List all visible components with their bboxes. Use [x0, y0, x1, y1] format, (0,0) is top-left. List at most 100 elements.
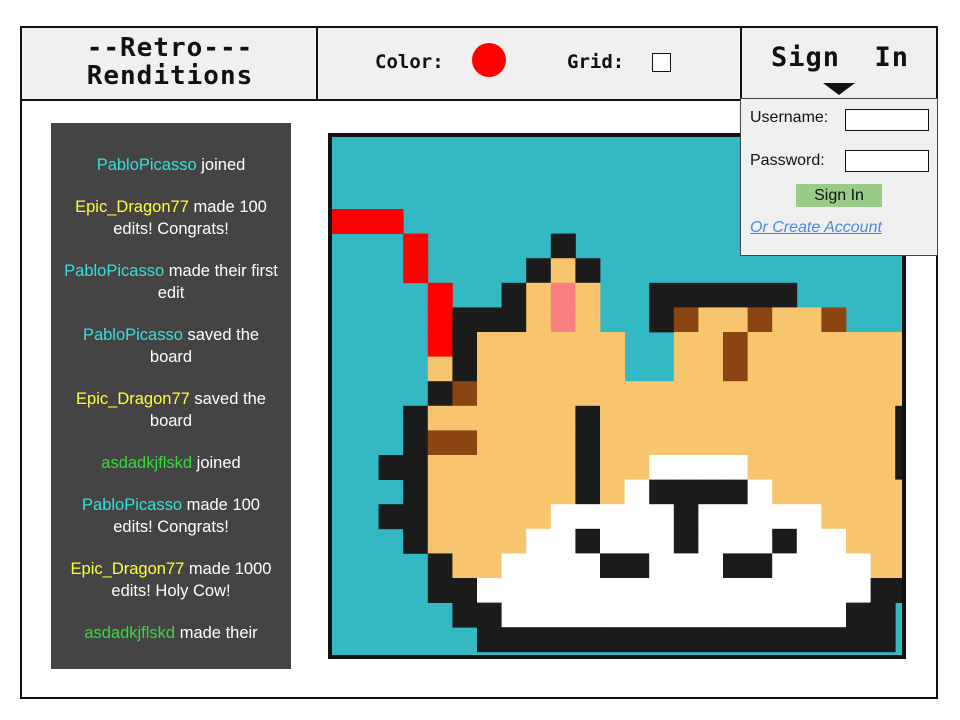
pixel[interactable] — [600, 602, 625, 628]
pixel[interactable] — [747, 553, 773, 579]
pixel[interactable] — [575, 528, 601, 554]
pixel[interactable] — [526, 602, 552, 628]
pixel[interactable] — [427, 356, 453, 382]
pixel[interactable] — [501, 307, 527, 333]
pixel[interactable] — [600, 627, 625, 653]
pixel[interactable] — [796, 455, 822, 480]
pixel[interactable] — [796, 627, 822, 653]
pixel[interactable] — [846, 356, 871, 382]
pixel[interactable] — [673, 430, 699, 456]
pixel[interactable] — [501, 282, 527, 308]
pixel[interactable] — [796, 332, 822, 357]
pixel[interactable] — [821, 405, 847, 431]
pixel[interactable] — [501, 430, 527, 456]
pixel[interactable] — [870, 553, 896, 579]
pixel[interactable] — [673, 307, 699, 333]
pixel[interactable] — [501, 381, 527, 407]
pixel[interactable] — [747, 528, 773, 554]
pixel[interactable] — [427, 528, 453, 554]
pixel[interactable] — [649, 479, 675, 505]
pixel[interactable] — [649, 455, 675, 480]
pixel[interactable] — [427, 430, 453, 456]
username-input[interactable] — [845, 109, 929, 131]
pixel[interactable] — [698, 282, 724, 308]
pixel[interactable] — [673, 381, 699, 407]
pixel[interactable] — [501, 602, 527, 628]
pixel[interactable] — [821, 356, 847, 382]
pixel[interactable] — [895, 381, 902, 407]
pixel[interactable] — [772, 455, 798, 480]
pixel[interactable] — [452, 528, 478, 554]
pixel[interactable] — [501, 528, 527, 554]
pixel[interactable] — [747, 455, 773, 480]
pixel[interactable] — [698, 307, 724, 333]
pixel[interactable] — [550, 528, 576, 554]
grid-toggle-checkbox[interactable] — [652, 53, 671, 72]
pixel[interactable] — [747, 282, 773, 308]
pixel[interactable] — [747, 627, 773, 653]
pixel[interactable] — [526, 307, 552, 333]
pixel[interactable] — [698, 356, 724, 382]
pixel[interactable] — [550, 602, 576, 628]
pixel[interactable] — [427, 332, 453, 357]
pixel[interactable] — [575, 627, 601, 653]
pixel[interactable] — [747, 405, 773, 431]
pixel[interactable] — [796, 405, 822, 431]
pixel[interactable] — [698, 602, 724, 628]
pixel[interactable] — [747, 356, 773, 382]
pixel[interactable] — [772, 381, 798, 407]
pixel[interactable] — [673, 528, 699, 554]
pixel[interactable] — [870, 578, 896, 603]
pixel[interactable] — [477, 504, 502, 530]
pixel[interactable] — [895, 332, 902, 357]
pixel[interactable] — [772, 479, 798, 505]
pixel[interactable] — [624, 381, 650, 407]
pixel[interactable] — [452, 455, 478, 480]
pixel[interactable] — [846, 578, 871, 603]
pixel[interactable] — [477, 627, 502, 653]
pixel[interactable] — [846, 381, 871, 407]
pixel[interactable] — [796, 307, 822, 333]
pixel[interactable] — [895, 405, 902, 431]
pixel[interactable] — [501, 553, 527, 579]
pixel[interactable] — [403, 430, 429, 456]
pixel[interactable] — [403, 233, 429, 259]
pixel[interactable] — [427, 553, 453, 579]
pixel[interactable] — [870, 332, 896, 357]
pixel[interactable] — [747, 504, 773, 530]
pixel[interactable] — [477, 553, 502, 579]
pixel[interactable] — [550, 332, 576, 357]
pixel[interactable] — [649, 627, 675, 653]
pixel[interactable] — [452, 332, 478, 357]
pixel[interactable] — [698, 332, 724, 357]
pixel[interactable] — [452, 578, 478, 603]
pixel[interactable] — [772, 602, 798, 628]
pixel[interactable] — [624, 578, 650, 603]
pixel[interactable] — [452, 504, 478, 530]
pixel[interactable] — [673, 578, 699, 603]
pixel[interactable] — [723, 405, 748, 431]
pixel[interactable] — [575, 381, 601, 407]
pixel[interactable] — [526, 627, 552, 653]
pixel[interactable] — [772, 405, 798, 431]
pixel[interactable] — [870, 602, 896, 628]
pixel[interactable] — [575, 307, 601, 333]
pixel[interactable] — [575, 405, 601, 431]
pixel[interactable] — [403, 455, 429, 480]
pixel[interactable] — [723, 553, 748, 579]
pixel[interactable] — [477, 479, 502, 505]
pixel[interactable] — [477, 578, 502, 603]
pixel[interactable] — [600, 528, 625, 554]
pixel[interactable] — [575, 602, 601, 628]
pixel[interactable] — [821, 455, 847, 480]
pixel[interactable] — [747, 381, 773, 407]
pixel[interactable] — [796, 578, 822, 603]
pixel[interactable] — [772, 578, 798, 603]
pixel[interactable] — [477, 528, 502, 554]
pixel[interactable] — [821, 479, 847, 505]
pixel[interactable] — [723, 479, 748, 505]
pixel[interactable] — [575, 258, 601, 284]
pixel[interactable] — [452, 307, 478, 333]
pixel[interactable] — [575, 430, 601, 456]
pixel[interactable] — [649, 307, 675, 333]
